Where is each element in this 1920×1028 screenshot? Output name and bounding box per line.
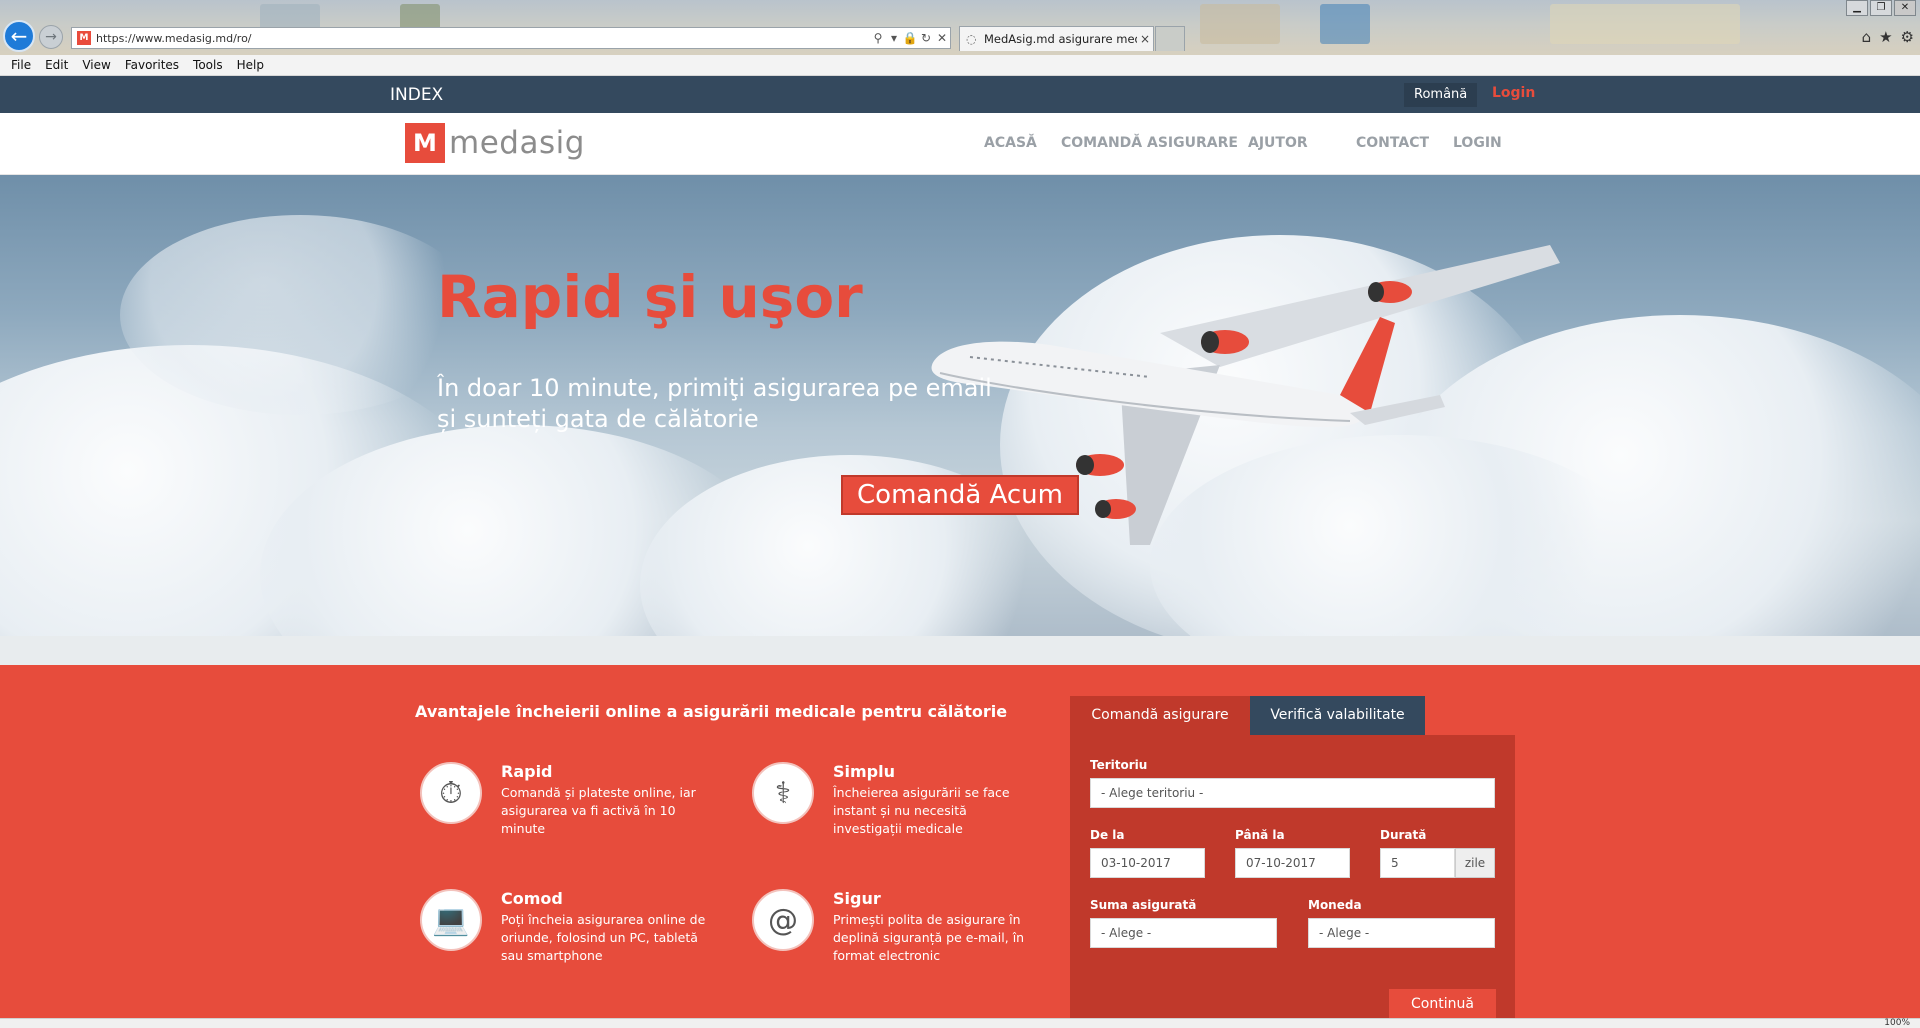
duration-unit: zile xyxy=(1455,848,1495,878)
doctor-icon: ⚕ xyxy=(752,762,814,824)
to-label: Până la xyxy=(1235,828,1285,842)
menu-file[interactable]: File xyxy=(11,58,31,72)
sum-label: Suma asigurată xyxy=(1090,898,1197,912)
continue-button[interactable]: Continuă xyxy=(1389,989,1496,1019)
site-favicon-icon: M xyxy=(77,31,91,45)
feature-name: Sigur xyxy=(833,889,881,908)
email-icon: @ xyxy=(752,889,814,951)
from-date-field[interactable]: 03-10-2017 xyxy=(1090,848,1205,878)
url-text[interactable]: https://www.medasig.md/ro/ xyxy=(96,32,870,45)
menu-edit[interactable]: Edit xyxy=(45,58,68,72)
nav-contact[interactable]: CONTACT xyxy=(1356,135,1429,151)
hero-banner: Rapid şi uşor În doar 10 minute, primiţi… xyxy=(0,175,1920,636)
dropdown-arrow-icon[interactable]: ▾ xyxy=(886,31,902,45)
hero-subtitle-line2: și sunteți gata de călătorie xyxy=(437,405,759,433)
minimize-button[interactable]: ▁ xyxy=(1846,0,1868,16)
restore-button[interactable]: ❐ xyxy=(1870,0,1892,16)
menu-help[interactable]: Help xyxy=(237,58,264,72)
logo-text: medasig xyxy=(449,125,585,161)
loading-icon: ◌ xyxy=(966,32,977,46)
site-header: M medasig ACASĂ COMANDĂ ASIGURARE AJUTOR… xyxy=(0,113,1920,175)
advantages-section: Avantajele încheierii online a asigurări… xyxy=(0,665,1920,1028)
close-tab-icon[interactable]: × xyxy=(1137,32,1153,46)
feature-desc: Poți încheia asigurarea online de oriund… xyxy=(501,912,706,963)
new-tab-button[interactable] xyxy=(1155,26,1185,51)
nav-ajutor[interactable]: AJUTOR xyxy=(1248,135,1308,151)
site-top-strip: INDEX Română Login xyxy=(0,76,1920,113)
from-label: De la xyxy=(1090,828,1125,842)
advantages-title: Avantajele încheierii online a asigurări… xyxy=(415,702,1008,721)
stopwatch-icon: ⏱ xyxy=(420,762,482,824)
hero-subtitle-line1: În doar 10 minute, primiţi asigurarea pe… xyxy=(437,374,992,402)
hero-title: Rapid şi uşor xyxy=(437,263,863,331)
nav-comanda-asigurare[interactable]: COMANDĂ ASIGURARE xyxy=(1061,135,1238,151)
duration-label: Durată xyxy=(1380,828,1427,842)
territory-label: Teritoriu xyxy=(1090,758,1148,772)
tab-order-insurance[interactable]: Comandă asigurare xyxy=(1070,696,1250,735)
lock-icon[interactable]: 🔒 xyxy=(902,31,918,45)
top-login-link[interactable]: Login xyxy=(1492,85,1535,101)
section-divider xyxy=(0,636,1920,665)
nav-acasa[interactable]: ACASĂ xyxy=(984,135,1037,151)
zoom-level[interactable]: 100% xyxy=(1884,1018,1910,1028)
menu-tools[interactable]: Tools xyxy=(193,58,223,72)
forward-button[interactable]: → xyxy=(39,25,63,49)
menu-bar: File Edit View Favorites Tools Help xyxy=(0,55,1920,76)
order-form: Teritoriu - Alege teritoriu - De la 03-1… xyxy=(1070,735,1515,1028)
hero-subtitle: În doar 10 minute, primiţi asigurarea pe… xyxy=(437,373,997,435)
logo-mark-icon: M xyxy=(405,123,445,163)
favorites-star-icon[interactable]: ★ xyxy=(1879,28,1892,46)
browser-chrome: ← → M https://www.medasig.md/ro/ ⚲ ▾ 🔒 ↻… xyxy=(0,0,1920,55)
feature-desc: Primești polita de asigurare în deplină … xyxy=(833,912,1025,963)
currency-select[interactable]: - Alege - xyxy=(1308,918,1495,948)
search-icon[interactable]: ⚲ xyxy=(870,31,886,45)
feature-name: Comod xyxy=(501,889,563,908)
menu-favorites[interactable]: Favorites xyxy=(125,58,179,72)
menu-view[interactable]: View xyxy=(82,58,110,72)
tab-title: MedAsig.md asigurare med... xyxy=(984,32,1137,46)
to-date-field[interactable]: 07-10-2017 xyxy=(1235,848,1350,878)
feature-desc: Încheierea asigurării se face instant și… xyxy=(833,785,1010,836)
home-icon[interactable]: ⌂ xyxy=(1862,28,1872,46)
order-now-button[interactable]: Comandă Acum xyxy=(841,475,1079,515)
close-window-button[interactable]: ✕ xyxy=(1894,0,1916,16)
language-selector[interactable]: Română xyxy=(1404,83,1478,107)
territory-select[interactable]: - Alege teritoriu - xyxy=(1090,778,1495,808)
feature-name: Simplu xyxy=(833,762,896,781)
laptop-icon: 💻 xyxy=(420,889,482,951)
index-link[interactable]: INDEX xyxy=(390,85,443,105)
refresh-icon[interactable]: ↻ xyxy=(918,31,934,45)
nav-login[interactable]: LOGIN xyxy=(1453,135,1502,151)
back-button[interactable]: ← xyxy=(3,20,35,52)
duration-field[interactable]: 5 xyxy=(1380,848,1455,878)
logo[interactable]: M medasig xyxy=(405,123,585,163)
feature-name: Rapid xyxy=(501,762,553,781)
settings-gear-icon[interactable]: ⚙ xyxy=(1901,28,1914,46)
currency-label: Moneda xyxy=(1308,898,1362,912)
feature-desc: Comandă și plateste online, iar asigurar… xyxy=(501,785,696,836)
tab-verify-validity[interactable]: Verifică valabilitate xyxy=(1250,696,1425,735)
sum-select[interactable]: - Alege - xyxy=(1090,918,1277,948)
address-bar[interactable]: M https://www.medasig.md/ro/ ⚲ ▾ 🔒 ↻ ✕ xyxy=(71,27,951,49)
stop-icon[interactable]: ✕ xyxy=(934,31,950,45)
browser-tab[interactable]: ◌ MedAsig.md asigurare med... × xyxy=(959,26,1154,51)
status-bar: 100% xyxy=(0,1018,1920,1028)
